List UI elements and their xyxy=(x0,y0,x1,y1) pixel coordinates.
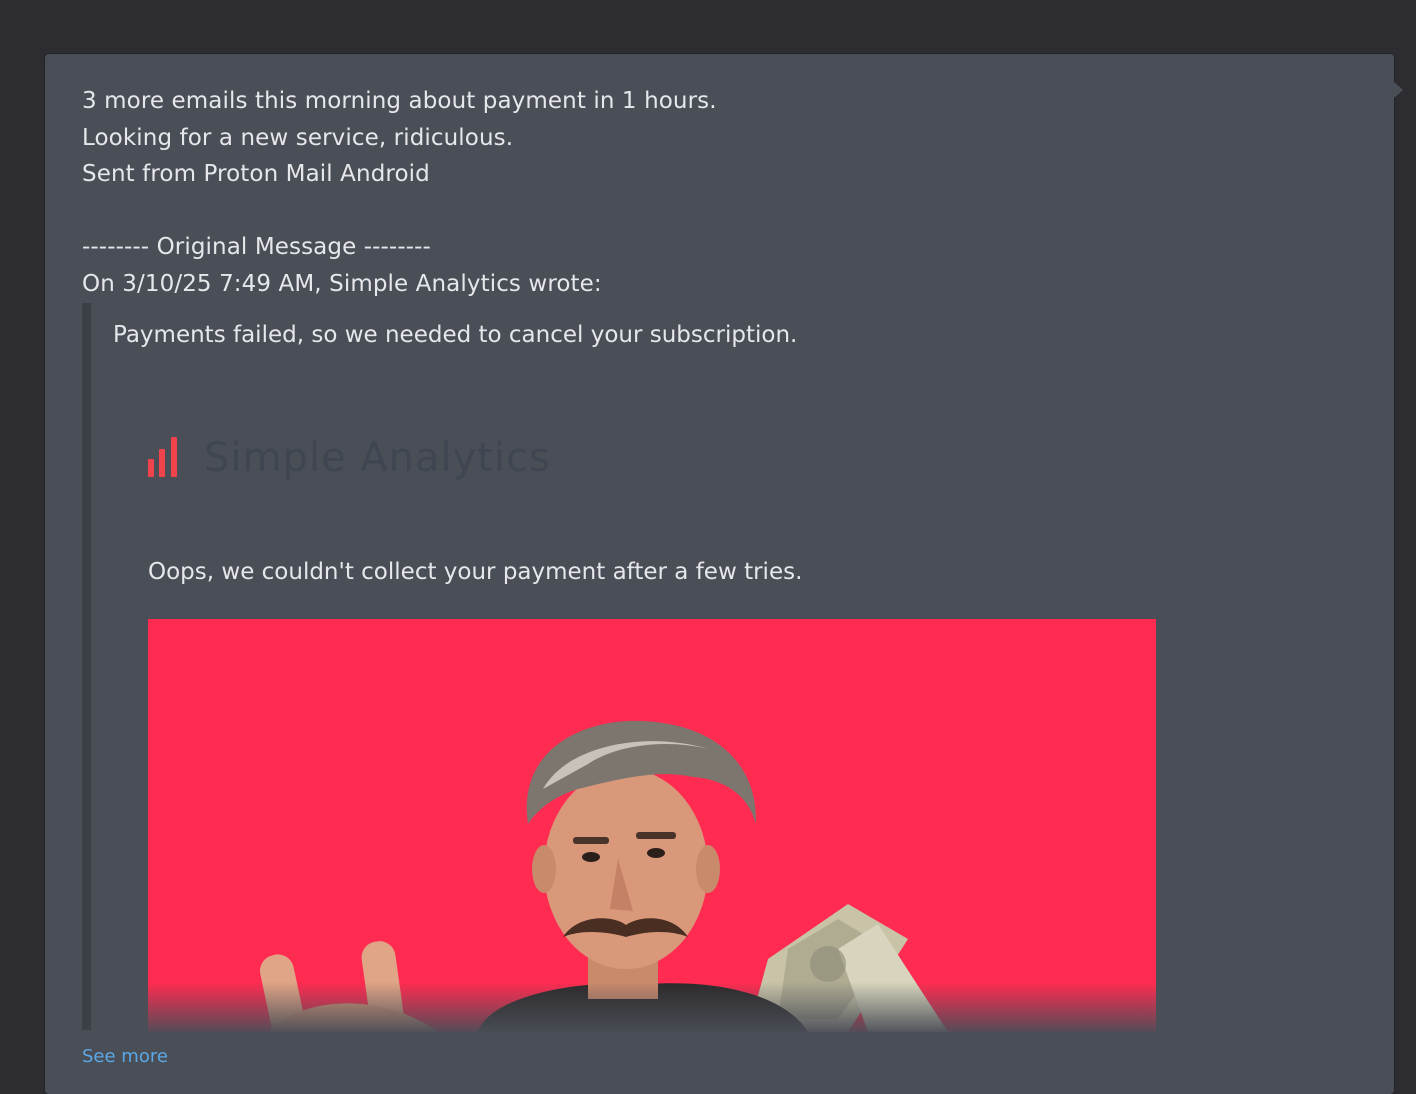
blockquote-bar xyxy=(82,303,91,1030)
hero-fade-overlay xyxy=(148,982,1156,1032)
bar-chart-icon xyxy=(148,437,184,477)
card-pointer xyxy=(1394,82,1403,98)
reply-line-2: Looking for a new service, ridiculous. xyxy=(82,125,514,151)
quoted-body-text: Oops, we couldn't collect your payment a… xyxy=(148,559,803,585)
reply-line-1: 3 more emails this morning about payment… xyxy=(82,88,717,114)
man-with-mustache-holding-cash-image xyxy=(259,720,948,1032)
brand-name: Simple Analytics xyxy=(204,435,551,481)
quoted-intro-text: Payments failed, so we needed to cancel … xyxy=(113,322,798,348)
original-message-separator: -------- Original Message -------- xyxy=(82,234,431,260)
signature-line: Sent from Proton Mail Android xyxy=(82,161,430,187)
hero-image xyxy=(148,619,1156,1032)
quote-attribution: On 3/10/25 7:49 AM, Simple Analytics wro… xyxy=(82,271,602,297)
see-more-link[interactable]: See more xyxy=(82,1046,168,1068)
